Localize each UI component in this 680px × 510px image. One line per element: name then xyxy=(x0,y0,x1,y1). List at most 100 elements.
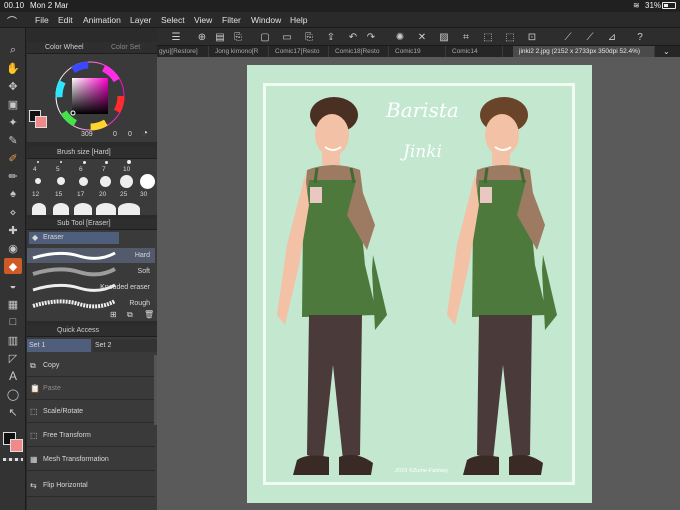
pen-icon[interactable]: ✐ xyxy=(4,150,22,166)
invert-selection-icon[interactable]: ⬚ xyxy=(503,30,517,44)
deselect-icon[interactable]: ⬚ xyxy=(481,30,495,44)
size-7[interactable]: 7 xyxy=(102,166,106,173)
subtool-item-rough[interactable]: Rough xyxy=(27,296,155,311)
hamburger-icon[interactable]: ☰ xyxy=(169,30,183,44)
tab-doc-6[interactable]: Comic14 xyxy=(446,46,503,57)
eyedropper-icon[interactable]: ✎ xyxy=(4,132,22,148)
open-file-icon[interactable]: ▭ xyxy=(280,30,294,44)
decoration-icon[interactable]: ✚ xyxy=(4,222,22,238)
help-icon[interactable]: ? xyxy=(633,30,647,44)
subtool-item-kneaded-eraser[interactable]: Kneaded eraser xyxy=(27,280,155,295)
size-25[interactable]: 25 xyxy=(120,191,127,198)
quick-item-flip-horizontal[interactable]: ⇆ Flip Horizontal xyxy=(27,475,155,497)
tab-doc-5[interactable]: Comic19 xyxy=(389,46,446,57)
transparent-color-swatch[interactable] xyxy=(3,458,23,461)
quick-item-free-transform[interactable]: ⬚ Free Transform xyxy=(27,425,155,447)
size-5[interactable]: 5 xyxy=(56,166,60,173)
tab-doc-3[interactable]: Comic17[Resto xyxy=(269,46,329,57)
menu-file[interactable]: File xyxy=(35,15,49,25)
menu-edit[interactable]: Edit xyxy=(58,15,73,25)
subtool-settings-icon[interactable]: ⊞ xyxy=(110,310,117,319)
free-transform-icon: ⬚ xyxy=(30,431,38,440)
snap-grid-icon[interactable]: ⊿ xyxy=(605,30,619,44)
tab-doc-2[interactable]: Jong kimono[R xyxy=(209,46,269,57)
tab-doc-4[interactable]: Comic18[Resto xyxy=(329,46,389,57)
snap-special-ruler-icon[interactable]: ⟋ xyxy=(583,30,597,44)
hand-icon[interactable]: ✋ xyxy=(4,60,22,76)
tab-color-wheel[interactable]: Color Wheel xyxy=(45,44,84,51)
subtool-item-hard[interactable]: Hard xyxy=(27,248,155,263)
subtool-duplicate-icon[interactable]: ⧉ xyxy=(127,310,133,320)
lasso-icon[interactable]: ✦ xyxy=(4,114,22,130)
undo-icon[interactable]: ↶ xyxy=(346,30,360,44)
tabs-dropdown-icon[interactable]: ⌄ xyxy=(657,46,677,57)
fill-layer-icon[interactable]: ▨ xyxy=(437,30,451,44)
layer-icon[interactable]: ▤ xyxy=(213,30,227,44)
size-6[interactable]: 6 xyxy=(79,166,83,173)
ruler-icon[interactable]: ◸ xyxy=(4,350,22,366)
menu-layer[interactable]: Layer xyxy=(130,15,151,25)
save-icon[interactable]: ⎘ xyxy=(302,30,316,44)
fill-icon[interactable]: ◒ xyxy=(4,278,22,294)
new-icon[interactable]: ⊕ xyxy=(195,30,209,44)
snap-ruler-icon[interactable]: ⟋ xyxy=(561,30,575,44)
artwork-signature: 2019 ©Zume-Fantasy xyxy=(395,468,449,474)
size-12[interactable]: 12 xyxy=(32,191,39,198)
tab-color-set[interactable]: Color Set xyxy=(111,44,140,51)
menu-filter[interactable]: Filter xyxy=(222,15,241,25)
text-icon[interactable]: A xyxy=(4,368,22,384)
size-20[interactable]: 20 xyxy=(99,191,106,198)
menu-select[interactable]: Select xyxy=(161,15,185,25)
brush-icon[interactable]: ♠ xyxy=(4,186,22,202)
subtool-delete-icon[interactable]: 🗑 xyxy=(144,310,154,319)
airbrush-icon[interactable]: ⋄ xyxy=(4,204,22,220)
saturation-value: 0 xyxy=(113,131,117,138)
pencil-icon[interactable]: ✏ xyxy=(4,168,22,184)
tab-doc-active[interactable]: jinki2 2.jpg (2152 x 2733px 350dpi 52.4%… xyxy=(513,46,655,57)
balloon-icon[interactable]: ◯ xyxy=(4,386,22,402)
operation-icon[interactable]: ▣ xyxy=(4,96,22,112)
app-logo-icon[interactable]: ⌒ xyxy=(7,13,17,28)
artwork-title-barista: Barista xyxy=(386,98,459,122)
current-sub-color-swatch[interactable] xyxy=(35,116,47,128)
quick-item-paste[interactable]: 📋 Paste xyxy=(27,378,155,400)
frame-icon[interactable]: ▥ xyxy=(4,332,22,348)
color-wheel[interactable] xyxy=(27,54,157,142)
subtool-item-soft[interactable]: Soft xyxy=(27,264,155,279)
tab-doc-1[interactable]: gyu][Restore] xyxy=(157,46,209,57)
size-17[interactable]: 17 xyxy=(77,191,84,198)
menu-view[interactable]: View xyxy=(194,15,212,25)
clear-icon[interactable]: ✕ xyxy=(415,30,429,44)
size-4[interactable]: 4 xyxy=(33,166,37,173)
size-10[interactable]: 10 xyxy=(123,166,130,173)
quick-set-1[interactable]: Set 1 xyxy=(27,339,91,352)
size-30[interactable]: 30 xyxy=(140,191,147,198)
sub-tool-group-eraser[interactable]: Eraser xyxy=(29,232,119,244)
quick-item-mesh-transformation[interactable]: ▦ Mesh Transformation xyxy=(27,449,155,471)
move-icon[interactable]: ✥ xyxy=(4,78,22,94)
quick-set-2[interactable]: Set 2 xyxy=(93,339,157,352)
camera-icon[interactable]: ⎘ xyxy=(231,30,245,44)
crop-icon[interactable]: ⊡ xyxy=(525,30,539,44)
zoom-icon[interactable]: ⌕ xyxy=(4,42,22,58)
loading-icon[interactable]: ✺ xyxy=(393,30,407,44)
status-time: 00.10 xyxy=(4,1,25,10)
correct-line-icon[interactable]: ↖ xyxy=(4,404,22,420)
eraser-icon[interactable]: ◆ xyxy=(4,258,22,274)
menu-window[interactable]: Window xyxy=(251,15,281,25)
export-icon[interactable]: ⇪ xyxy=(324,30,338,44)
blend-icon[interactable]: ◉ xyxy=(4,240,22,256)
gradient-icon[interactable]: ▦ xyxy=(4,296,22,312)
quick-item-scale-rotate[interactable]: ⬚ Scale/Rotate xyxy=(27,401,155,423)
redo-icon[interactable]: ↷ xyxy=(364,30,378,44)
size-15[interactable]: 15 xyxy=(55,191,62,198)
quick-item-copy[interactable]: ⧉ Copy xyxy=(27,355,155,377)
menu-animation[interactable]: Animation xyxy=(83,15,121,25)
figure-right xyxy=(447,97,557,475)
color-settings-icon[interactable]: ◔ xyxy=(142,128,148,139)
transform-icon[interactable]: ⌗ xyxy=(459,30,473,44)
figure-icon[interactable]: □ xyxy=(4,314,22,330)
menu-help[interactable]: Help xyxy=(290,15,307,25)
new-file-icon[interactable]: ▢ xyxy=(258,30,272,44)
sub-color-swatch[interactable] xyxy=(10,439,23,452)
